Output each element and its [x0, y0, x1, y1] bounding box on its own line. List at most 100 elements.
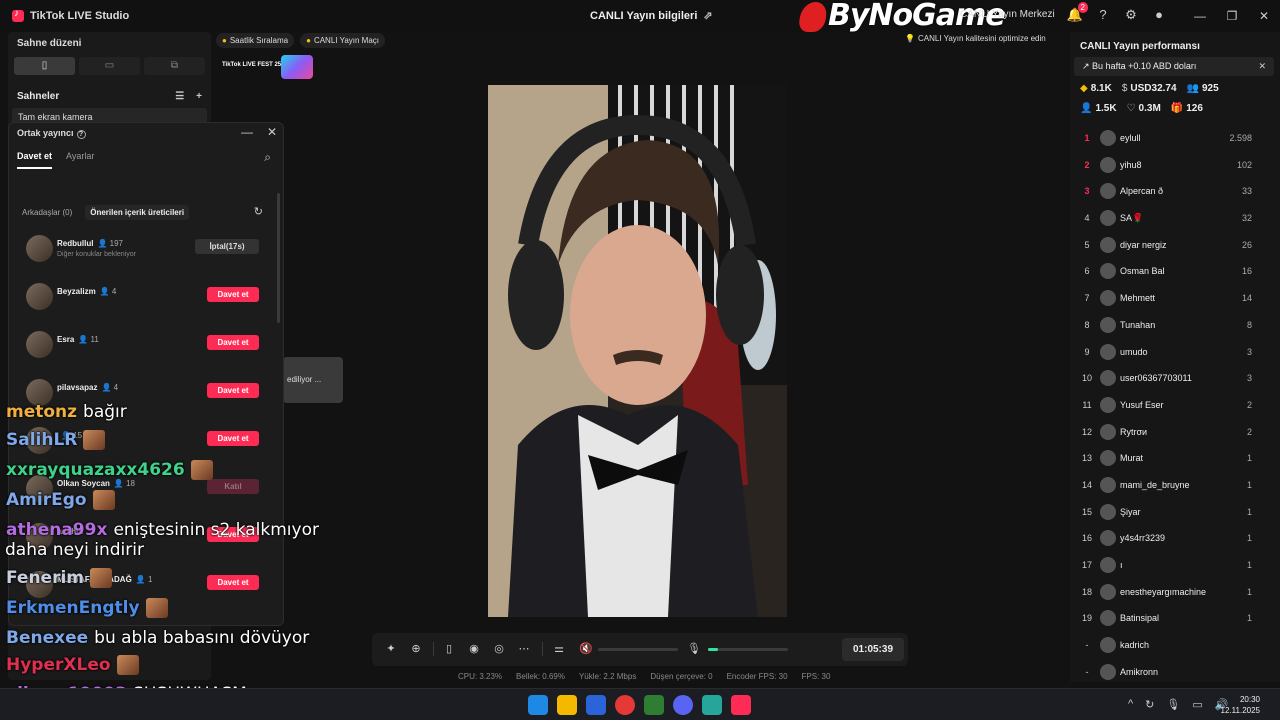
invite-button[interactable]: Davet et [207, 287, 259, 302]
chat-text: bu abla babasını dövüyor [94, 628, 310, 648]
maximize-icon[interactable]: ❐ [1216, 0, 1248, 32]
microphone-icon[interactable]: 🎙 [687, 642, 701, 656]
avatar[interactable] [26, 331, 53, 358]
avatar[interactable] [26, 283, 53, 310]
hourly-ranking-button[interactable]: ● Saatlik Sıralama [216, 33, 295, 48]
avatar[interactable] [26, 235, 53, 262]
close-icon[interactable]: ✕ [1258, 57, 1266, 76]
tab-invite[interactable]: Davet et [17, 151, 53, 169]
windows-start-icon[interactable] [528, 695, 548, 715]
invite-button[interactable]: Davet et [207, 575, 259, 590]
monitor-icon[interactable]: ▭ [1192, 698, 1202, 711]
ranking-row[interactable]: - Amikronn [1070, 659, 1280, 686]
mixer-icon[interactable]: ⚌ [552, 642, 566, 656]
ranking-row[interactable]: 17 ı 1 [1070, 552, 1280, 579]
livefest-banner[interactable]: TikTok LIVE FEST 25 [219, 55, 313, 79]
refresh-icon[interactable]: ↻ [254, 205, 263, 218]
mic-tray-icon[interactable]: 🎙 [1166, 698, 1180, 711]
gifter-score: 1 [1246, 586, 1252, 597]
chat-emote [190, 460, 213, 480]
ranking-row[interactable]: 4 SA🌹 32 [1070, 205, 1280, 232]
weekly-banner[interactable]: ↗ Bu hafta +0.10 ABD doları ✕ [1074, 57, 1274, 76]
record-icon[interactable]: ◉ [467, 642, 481, 656]
stat-item: Yükle: 2.2 Mbps [578, 672, 637, 681]
app-icon[interactable] [702, 695, 722, 715]
speaker-volume-slider[interactable] [598, 648, 678, 651]
cancel-invite-button[interactable]: İptal(17s) [195, 239, 259, 254]
mic-volume-slider[interactable] [708, 648, 788, 651]
file-explorer-icon[interactable] [557, 695, 577, 715]
clock[interactable]: 20:30 12.11.2025 [1221, 694, 1260, 716]
ranking-row[interactable]: 10 user06367703011 3 [1070, 365, 1280, 392]
ranking-row[interactable]: 9 umudo 3 [1070, 339, 1280, 366]
invite-button[interactable]: Davet et [207, 383, 259, 398]
gifter-name: Rytrσи [1120, 426, 1148, 437]
gear-icon[interactable]: ⚙ [1122, 6, 1140, 24]
tab-friends[interactable]: Arkadaşlar (0) [17, 205, 77, 220]
app-icon[interactable] [644, 695, 664, 715]
sync-icon[interactable]: ↻ [1145, 698, 1154, 711]
avatar [1100, 370, 1116, 387]
avatar[interactable]: ● [1150, 6, 1168, 24]
list-icon[interactable]: ☰ [175, 91, 184, 102]
camera-toggle-icon[interactable]: ◎ [492, 642, 506, 656]
store-icon[interactable] [586, 695, 606, 715]
live-match-button[interactable]: ● CANLI Yayın Maçı [300, 33, 385, 48]
tiktok-taskbar-icon[interactable] [731, 695, 751, 715]
quality-tip[interactable]: 💡 CANLI Yayın kalitesini optimize edin [905, 34, 1046, 43]
help-icon[interactable]: ? [76, 130, 86, 139]
portrait-layout-button[interactable]: ▯ [14, 57, 75, 75]
creator-name: Olkan Soycan 👤 18 [57, 479, 136, 488]
ranking-row[interactable]: 13 Murat 1 [1070, 445, 1280, 472]
ranking-row[interactable]: 8 Tunahan 8 [1070, 312, 1280, 339]
chat-message: ErkmenEngtly [6, 598, 168, 618]
gifter-ranking: 1 eylull 2.598 2 yihu8 102 3 Alpercan ð 33 4 SA🌹 32… [1070, 125, 1280, 685]
search-icon[interactable]: ⌕ [264, 150, 271, 165]
ranking-row[interactable]: 5 diyar nergiz 26 [1070, 232, 1280, 259]
live-center-button[interactable]: CANLI Yayın Merkezi [960, 9, 1055, 20]
more-icon[interactable]: ⋯ [517, 642, 531, 656]
join-button[interactable]: Katıl [207, 479, 259, 494]
bell-icon[interactable]: 🔔 2 [1066, 2, 1088, 24]
ranking-row[interactable]: 14 mami_de_bruyne 1 [1070, 472, 1280, 499]
live-info-button[interactable]: CANLI Yayın bilgileri ⇗ [590, 9, 713, 22]
ranking-row[interactable]: 1 eylull 2.598 [1070, 125, 1280, 152]
close-icon[interactable]: ✕ [1248, 0, 1280, 32]
magic-tools-icon[interactable]: ✦ [384, 642, 398, 656]
minimize-icon[interactable]: — [1184, 0, 1216, 32]
ranking-row[interactable]: 15 Şiyar 1 [1070, 499, 1280, 526]
ranking-row[interactable]: 3 Alpercan ð 33 [1070, 178, 1280, 205]
invite-button[interactable]: Davet et [207, 335, 259, 350]
chrome-icon[interactable] [615, 695, 635, 715]
ranking-row[interactable]: 16 y4s4rr3239 1 [1070, 525, 1280, 552]
landscape-layout-button[interactable]: ▭ [79, 57, 140, 75]
ranking-row[interactable]: 6 Osman Bal 16 [1070, 258, 1280, 285]
ranking-row[interactable]: 7 Mehmett 14 [1070, 285, 1280, 312]
discord-icon[interactable] [673, 695, 693, 715]
add-scene-icon[interactable]: + [196, 91, 202, 102]
rank-number: 4 [1084, 213, 1090, 224]
ranking-row[interactable]: 11 Yusuf Eser 2 [1070, 392, 1280, 419]
stream-controls: ✦ ⊕ ▯ ◉ ◎ ⋯ ⚌ 🔇 🎙 01:05:39 [372, 633, 908, 666]
chat-username: xxrayquazaxx4626 [6, 460, 185, 480]
minimize-icon[interactable]: — [241, 125, 253, 139]
tab-settings[interactable]: Ayarlar [66, 151, 94, 169]
invite-button[interactable]: Davet et [207, 431, 259, 446]
phone-icon[interactable]: ▯ [442, 642, 456, 656]
ranking-row[interactable]: 2 yihu8 102 [1070, 152, 1280, 179]
add-source-icon[interactable]: ⊕ [409, 642, 423, 656]
ranking-row[interactable]: 19 Batinsipal 1 [1070, 605, 1280, 632]
help-icon[interactable]: ? [1094, 6, 1112, 24]
ranking-row[interactable]: 12 Rytrσи 2 [1070, 419, 1280, 446]
close-icon[interactable]: ✕ [267, 125, 277, 139]
chevron-up-icon[interactable]: ^ [1128, 698, 1133, 711]
avatar [1100, 156, 1116, 173]
speaker-muted-icon[interactable]: 🔇 [579, 642, 593, 656]
split-layout-button[interactable]: ⧉ [144, 57, 205, 75]
ranking-row[interactable]: 18 enestheyargımachine 1 [1070, 579, 1280, 606]
tab-suggested-creators[interactable]: Önerilen içerik üreticileri [85, 205, 190, 220]
gifter-name: user06367703011 [1120, 373, 1192, 384]
ranking-row[interactable]: - kadrich [1070, 632, 1280, 659]
cohost-title: Ortak yayıncı? [17, 128, 86, 139]
avatar [1100, 423, 1116, 440]
